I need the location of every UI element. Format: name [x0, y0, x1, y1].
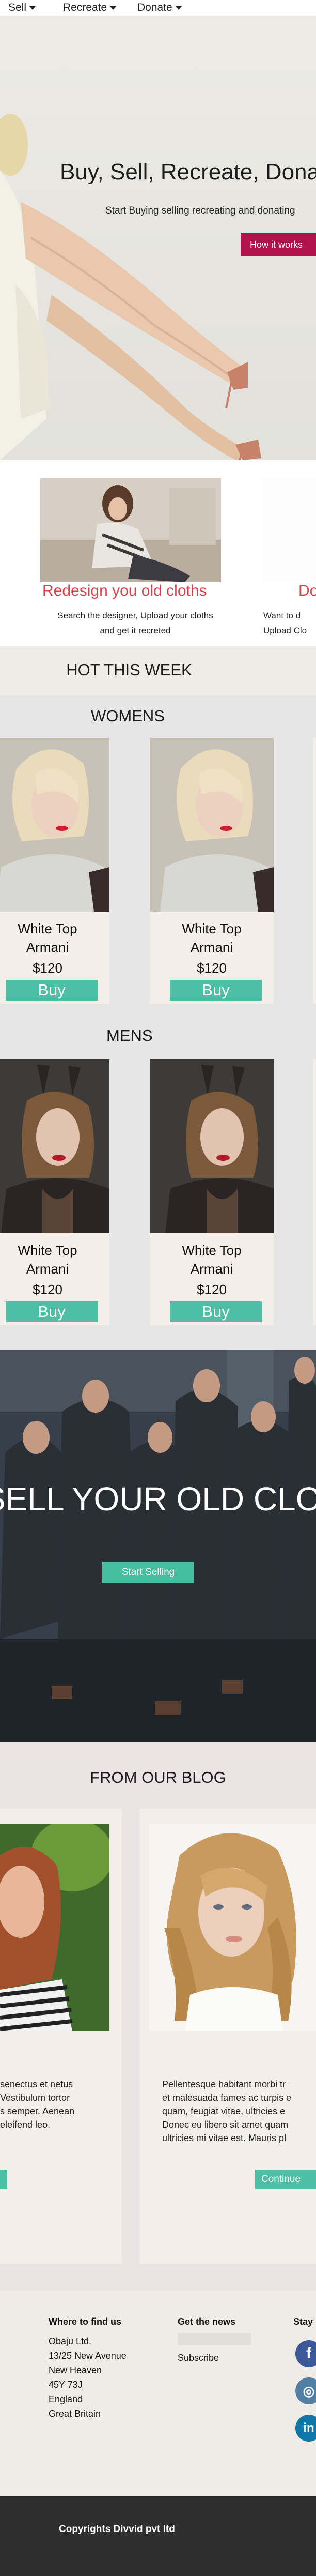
product-price: $120 [197, 960, 227, 976]
chevron-down-icon [29, 6, 36, 10]
address-line: New Heaven [49, 2365, 102, 2375]
chevron-down-icon [110, 6, 117, 10]
blog-text-line: s semper. Aenean [0, 2106, 75, 2116]
footer-news-heading: Get the news [178, 2316, 236, 2327]
products-section: WOMENS White Top Armani $120 Buy White T… [0, 695, 316, 1350]
redesign-title: Redesign you old cloths [42, 582, 207, 599]
blog-post-image [0, 1824, 109, 2031]
footer-where-heading: Where to find us [49, 2316, 121, 2327]
continue-button[interactable] [0, 2170, 7, 2189]
product-name-line: White Top [182, 1242, 242, 1258]
blog-post-card: senectus et netus Vestibulum tortor s se… [0, 1809, 122, 2264]
hot-this-week-title: HOT THIS WEEK [66, 661, 192, 679]
blog-title: FROM OUR BLOG [90, 1768, 226, 1786]
hero-banner: Buy, Sell, Recreate, Donate Start Buying… [0, 16, 316, 460]
product-image [150, 738, 274, 912]
blog-text-line: Vestibulum tortor [0, 2093, 70, 2103]
buy-button[interactable]: Buy [6, 980, 98, 1001]
redesign-desc-line: and get it recreted [100, 626, 171, 635]
hero-subtitle: Start Buying selling recreating and dona… [105, 205, 295, 216]
blog-text-line: ultricies mi vitae est. Mauris pl [162, 2133, 287, 2143]
chevron-down-icon [175, 6, 182, 10]
footer: Where to find us Obaju Ltd. 13/25 New Av… [0, 2291, 316, 2496]
product-name-line: White Top [18, 1242, 77, 1258]
instagram-icon[interactable]: ◎ [295, 2377, 316, 2404]
mens-title: MENS [106, 1026, 153, 1044]
address-line: England [49, 2394, 83, 2404]
donate-image [261, 478, 316, 582]
hero-title: Buy, Sell, Recreate, Donate [60, 159, 316, 185]
nav-sell-label: Sell [8, 2, 27, 13]
redesign-image [40, 478, 221, 582]
address-line: Great Britain [49, 2408, 101, 2419]
nav-recreate-menu[interactable]: Recreate [63, 2, 117, 14]
nav-donate-menu[interactable]: Donate [137, 2, 182, 14]
subscribe-button[interactable]: Subscribe [178, 2353, 219, 2363]
sell-banner: SELL YOUR OLD CLOTHS Start Selling [0, 1350, 316, 1742]
services-section: Redesign you old cloths Search the desig… [0, 460, 316, 646]
product-card: White Top Armani $120 Buy [150, 1059, 274, 1325]
blog-text-line: quam, feugiat vitae, ultricies e [162, 2106, 286, 2116]
start-selling-button[interactable]: Start Selling [102, 1562, 194, 1583]
product-name-line: White Top [18, 921, 77, 936]
blog-text-line: Donec eu libero sit amet quam [162, 2119, 289, 2130]
buy-button[interactable]: Buy [170, 980, 262, 1001]
blog-text-line: senectus et netus [0, 2079, 73, 2089]
product-card-edge [313, 1059, 316, 1325]
donate-title: Do [298, 582, 316, 599]
product-name-line: White Top [182, 921, 242, 936]
sell-banner-image [0, 1350, 316, 1742]
product-image [0, 1059, 109, 1233]
blog-text-line: Pellentesque habitant morbi tr [162, 2079, 286, 2089]
product-name-line: Armani [190, 940, 233, 955]
product-card: White Top Armani $120 Buy [0, 1059, 109, 1325]
buy-button[interactable]: Buy [6, 1301, 98, 1322]
sell-banner-title: SELL YOUR OLD CLOTHS [0, 1480, 316, 1518]
product-image [0, 738, 109, 912]
copyright-text: Copyrights Divvid pvt ltd [59, 2524, 175, 2535]
copyright-bar: Copyrights Divvid pvt ltd [0, 2496, 316, 2576]
redesign-description: Search the designer, Upload your cloths … [37, 608, 233, 638]
continue-button[interactable]: Continue [255, 2170, 316, 2189]
top-navigation: Sell Recreate Donate [0, 0, 316, 16]
blog-text-line: eleifend leo. [0, 2119, 51, 2130]
blog-text-line: et malesuada fames ac turpis e [162, 2093, 292, 2103]
product-price: $120 [33, 1282, 62, 1297]
product-card: White Top Armani $120 Buy [150, 738, 274, 1004]
donate-desc-line: Upload Clo [263, 626, 307, 635]
address-line: 13/25 New Avenue [49, 2351, 127, 2361]
product-price: $120 [33, 960, 62, 976]
address-line: Obaju Ltd. [49, 2336, 92, 2346]
how-it-works-button[interactable]: How it works [241, 233, 316, 256]
product-name-line: Armani [26, 940, 69, 955]
buy-button[interactable]: Buy [170, 1301, 262, 1322]
nav-recreate-label: Recreate [63, 2, 107, 13]
redesign-desc-line: Search the designer, Upload your cloths [57, 611, 213, 620]
product-image [150, 1059, 274, 1233]
hot-this-week-header: HOT THIS WEEK [0, 646, 316, 695]
address-line: 45Y 73J [49, 2380, 83, 2390]
donate-description: Want to d Upload Clo [263, 608, 316, 638]
blog-section: FROM OUR BLOG senectus et netus Vestibul… [0, 1742, 316, 2291]
womens-title: WOMENS [91, 707, 165, 725]
blog-post-image [149, 1824, 316, 2031]
donate-desc-line: Want to d [263, 611, 301, 620]
facebook-icon[interactable]: f [295, 2340, 316, 2367]
footer-stay-heading: Stay [293, 2316, 313, 2327]
product-card: White Top Armani $120 Buy [0, 738, 109, 1004]
nav-sell-menu[interactable]: Sell [8, 2, 36, 14]
product-name-line: Armani [26, 1261, 69, 1277]
nav-donate-label: Donate [137, 2, 172, 13]
blog-post-excerpt: Pellentesque habitant morbi tr et malesu… [162, 2078, 316, 2145]
linkedin-icon[interactable]: in [295, 2415, 316, 2442]
product-card-edge [313, 738, 316, 1004]
product-price: $120 [197, 1282, 227, 1297]
blog-post-excerpt: senectus et netus Vestibulum tortor s se… [0, 2078, 122, 2131]
newsletter-email-input[interactable] [178, 2333, 251, 2345]
product-name-line: Armani [190, 1261, 233, 1277]
blog-post-card: Pellentesque habitant morbi tr et malesu… [139, 1809, 316, 2264]
